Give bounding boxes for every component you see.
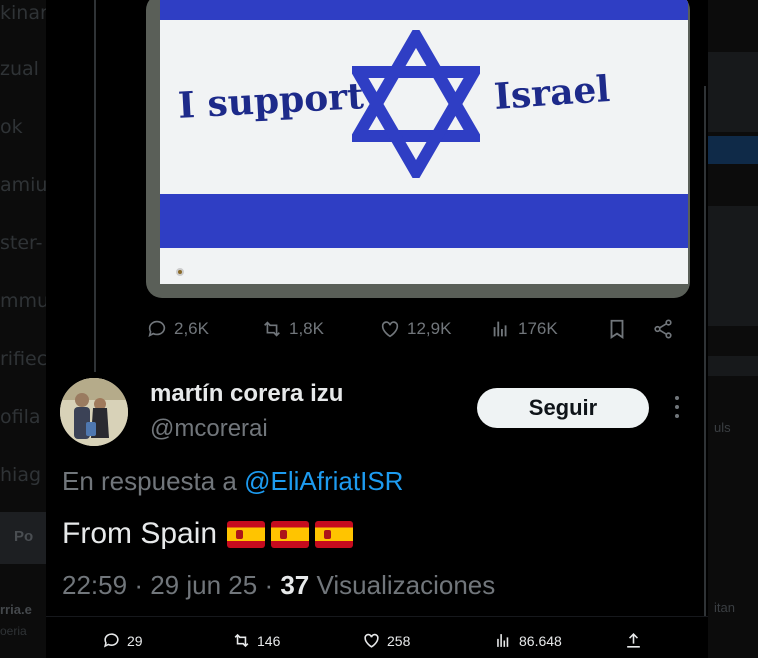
sidebar-fragment: mmu bbox=[0, 290, 46, 312]
heart-icon bbox=[381, 321, 399, 338]
reply-count: 2,6K bbox=[174, 319, 209, 338]
follow-button[interactable]: Seguir bbox=[477, 388, 649, 428]
share-button[interactable] bbox=[652, 318, 674, 340]
bottom-views-button[interactable]: 86.648 bbox=[494, 631, 562, 650]
sidebar-fragment: ster- bbox=[0, 232, 43, 254]
repost-button[interactable]: 1,8K bbox=[261, 318, 324, 340]
reply-text: From Spain bbox=[62, 517, 354, 551]
bookmark-icon bbox=[610, 319, 624, 339]
sidebar-fragment: ofila bbox=[0, 406, 41, 428]
analytics-icon bbox=[497, 634, 509, 647]
bottom-reply-button[interactable]: 29 bbox=[102, 631, 143, 650]
bookmark-button[interactable] bbox=[606, 318, 628, 340]
flag-stripe-top bbox=[160, 0, 688, 20]
views-button[interactable]: 176K bbox=[490, 318, 558, 340]
avatar-photo bbox=[60, 378, 128, 446]
background-block bbox=[708, 206, 758, 326]
repost-count: 1,8K bbox=[289, 319, 324, 338]
meta-separator: · bbox=[134, 570, 143, 600]
more-options-icon[interactable] bbox=[672, 396, 682, 422]
background-user-fragment-2: oeria bbox=[0, 624, 27, 638]
background-fragment: uls bbox=[714, 420, 731, 435]
sidebar-fragment: rifiec bbox=[0, 348, 46, 370]
upload-icon bbox=[627, 633, 640, 648]
repost-icon bbox=[234, 633, 249, 648]
bottom-repost-count: 146 bbox=[257, 632, 281, 649]
scrollbar[interactable] bbox=[704, 86, 706, 616]
star-of-david-icon bbox=[352, 30, 480, 178]
background-sidebar: kinar zual ok amiu ster- mmu rifiec ofil… bbox=[0, 0, 46, 658]
reply-icon bbox=[103, 633, 119, 648]
background-right-column: uls itan bbox=[708, 0, 758, 658]
background-block bbox=[708, 356, 758, 376]
meta-separator: · bbox=[264, 570, 274, 600]
bottom-like-button[interactable]: 258 bbox=[362, 631, 410, 650]
reply-text-body: From Spain bbox=[62, 517, 218, 550]
thread-line bbox=[94, 0, 96, 372]
spain-flag-emoji bbox=[271, 520, 310, 548]
spain-flag-emoji bbox=[315, 520, 354, 548]
views-count: 176K bbox=[518, 319, 558, 338]
avatar[interactable] bbox=[60, 378, 128, 446]
reply-time[interactable]: 22:59 bbox=[62, 570, 127, 600]
in-reply-to-link[interactable]: @EliAfriatISR bbox=[244, 466, 403, 496]
background-blue-block bbox=[708, 136, 758, 164]
spain-flag-emoji bbox=[227, 520, 266, 548]
bottom-action-bar: 29 146 258 86.648 bbox=[46, 616, 708, 658]
background-user-fragment: rria.e bbox=[0, 602, 32, 617]
reply-author-handle[interactable]: @mcorerai bbox=[150, 415, 268, 443]
bottom-reply-count: 29 bbox=[127, 632, 143, 649]
tweet-actions: 2,6K 1,8K 12,9K 176K bbox=[146, 312, 686, 346]
share-icon bbox=[654, 319, 672, 339]
bottom-views-count: 86.648 bbox=[519, 632, 562, 649]
in-reply-to: En respuesta a @EliAfriatISR bbox=[62, 466, 403, 497]
sidebar-fragment: amiu bbox=[0, 174, 46, 196]
in-reply-to-label: En respuesta a bbox=[62, 466, 237, 496]
reply-views-label: Visualizaciones bbox=[316, 570, 496, 600]
reply-button[interactable]: 2,6K bbox=[146, 318, 209, 340]
flag-caption-right: Israel bbox=[492, 68, 612, 118]
bottom-repost-button[interactable]: 146 bbox=[232, 631, 280, 650]
background-block bbox=[708, 52, 758, 132]
like-button[interactable]: 12,9K bbox=[379, 318, 451, 340]
tweet-image[interactable]: I support Israel bbox=[146, 0, 690, 298]
flag-caption-left: I support bbox=[177, 75, 365, 127]
sidebar-fragment: kinar bbox=[0, 2, 46, 24]
background-fragment: itan bbox=[714, 600, 735, 615]
like-count: 12,9K bbox=[407, 319, 452, 338]
flag-stripe-bottom bbox=[160, 194, 688, 248]
reply-metadata: 22:59 · 29 jun 25 · 37 Visualizaciones bbox=[62, 570, 495, 601]
sidebar-fragment: hiag bbox=[0, 464, 42, 486]
sidebar-fragment: zual bbox=[0, 58, 39, 80]
bottom-like-count: 258 bbox=[387, 632, 411, 649]
reply-date[interactable]: 29 jun 25 bbox=[150, 570, 257, 600]
israel-flag-image: I support Israel bbox=[160, 0, 688, 284]
heart-icon bbox=[364, 633, 379, 648]
flag-grommet bbox=[176, 268, 184, 276]
bottom-share-button[interactable] bbox=[624, 631, 643, 650]
analytics-icon bbox=[493, 321, 507, 337]
reply-views-count: 37 bbox=[280, 570, 310, 600]
post-button-label: Po bbox=[14, 528, 34, 545]
repost-icon bbox=[264, 321, 280, 337]
reply-icon bbox=[148, 320, 166, 337]
sidebar-fragment: ok bbox=[0, 116, 23, 138]
reply-author-name[interactable]: martín corera izu bbox=[150, 380, 343, 408]
background-post-button: Po bbox=[0, 512, 46, 564]
